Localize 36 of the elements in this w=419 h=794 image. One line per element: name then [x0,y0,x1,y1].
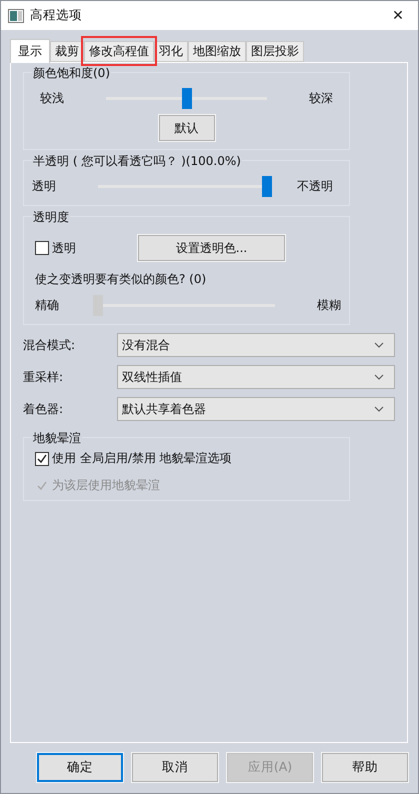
chevron-down-icon [374,342,384,348]
chevron-down-icon [374,374,384,380]
field-label: 重采样: [23,368,64,386]
field-label: 着色器: [23,400,64,418]
dropdown[interactable]: 默认共享着色器 [117,397,395,421]
window-title: 高程选项 [30,7,83,24]
field-label: 混合模式: [23,336,76,354]
slider-thumb[interactable] [182,88,192,108]
dialog-button[interactable]: 帮助 [322,753,408,782]
checkbox-icon[interactable] [35,452,49,466]
tab[interactable]: 显示 [10,39,50,63]
default-button[interactable]: 默认 [158,115,214,141]
slider-label: 模糊 [316,296,341,314]
slider-label: 精确 [35,296,60,314]
dropdown[interactable]: 双线性插值 [117,365,395,389]
dropdown[interactable]: 没有混合 [117,333,395,357]
dialog-button[interactable]: 确定 [37,753,123,782]
group-title: 颜色饱和度(0) [32,65,111,82]
similarity-label: 使之变透明要有类似的颜色? (0) [35,271,208,288]
group-title: 地貌晕渲 [32,430,82,447]
slider-label: 透明 [32,178,57,194]
tab[interactable]: 地图缩放 [188,41,246,62]
chevron-down-icon [374,406,384,412]
slider-label: 较浅 [40,90,65,106]
tab[interactable]: 羽化 [154,41,188,62]
app-icon [8,8,24,22]
slider-label: 不透明 [296,178,333,194]
group-title: 半透明 ( 您可以看透它吗？ )(100.0%) [32,153,242,170]
dialog-button[interactable]: 取消 [132,753,218,782]
slider-label: 较深 [308,90,333,106]
tab[interactable]: 裁剪 [50,41,84,62]
tab[interactable]: 图层投影 [246,41,304,62]
close-button[interactable]: ✕ [378,1,418,30]
tab[interactable]: 修改高程值 [84,41,154,62]
hillshade-checkbox[interactable]: 使用 全局启用/禁用 地貌晕渲选项 [32,450,341,467]
slider-thumb[interactable] [262,176,272,196]
